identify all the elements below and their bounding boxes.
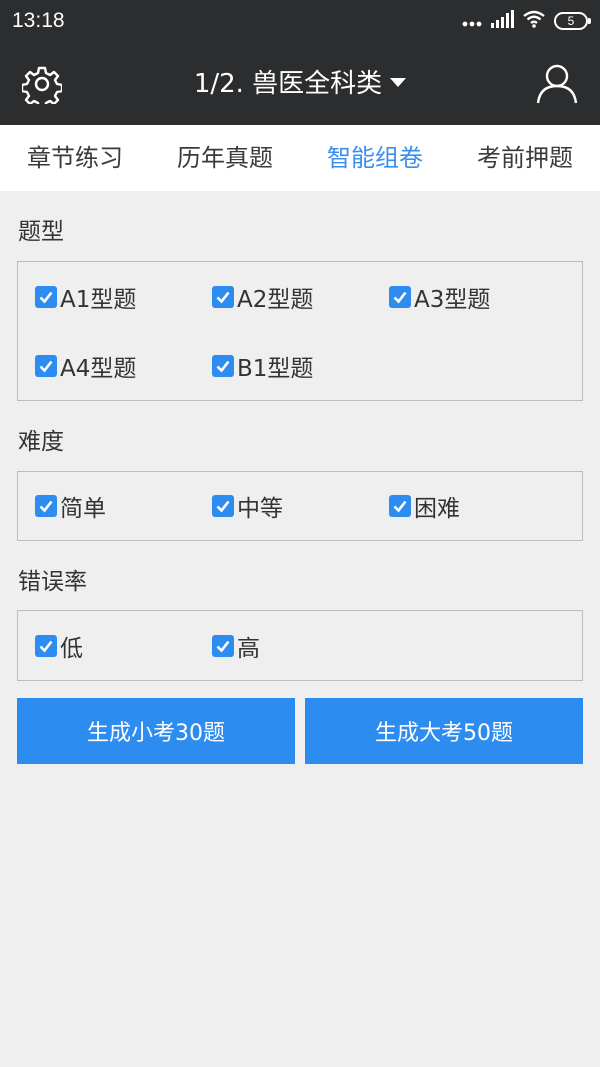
section-title-error-rate: 错误率 bbox=[18, 569, 87, 595]
subject-selector[interactable]: 1/2. 兽医全科类 bbox=[0, 67, 600, 101]
wifi-icon bbox=[522, 10, 546, 32]
question-type-group: A1型题 A2型题 A3型题 A4型题 B1型题 bbox=[17, 261, 583, 401]
option-label: A1型题 bbox=[60, 287, 137, 313]
checkbox-checked-icon bbox=[35, 355, 57, 377]
checkbox-checked-icon bbox=[35, 495, 57, 517]
signal-icon bbox=[490, 10, 514, 32]
checkbox-b1[interactable]: B1型题 bbox=[212, 351, 314, 382]
option-label: 困难 bbox=[414, 496, 460, 522]
status-bar: 13:18 5 bbox=[0, 0, 600, 44]
section-title-question-type: 题型 bbox=[18, 219, 64, 245]
option-label: 中等 bbox=[237, 496, 283, 522]
tab-bar: 章节练习 历年真题 智能组卷 考前押题 bbox=[0, 125, 600, 191]
checkbox-a1[interactable]: A1型题 bbox=[35, 282, 137, 313]
option-label: A2型题 bbox=[237, 287, 314, 313]
checkbox-checked-icon bbox=[389, 286, 411, 308]
generate-big-exam-button[interactable]: 生成大考50题 bbox=[305, 698, 583, 764]
tab-chapter-practice[interactable]: 章节练习 bbox=[0, 125, 150, 191]
checkbox-a4[interactable]: A4型题 bbox=[35, 351, 137, 382]
checkbox-high[interactable]: 高 bbox=[212, 631, 260, 662]
tab-pre-exam-predictions[interactable]: 考前押题 bbox=[450, 125, 600, 191]
app-bar: 1/2. 兽医全科类 bbox=[0, 44, 600, 125]
option-label: 高 bbox=[237, 636, 260, 662]
difficulty-group: 简单 中等 困难 bbox=[17, 471, 583, 541]
section-title-difficulty: 难度 bbox=[18, 429, 64, 455]
generate-small-exam-button[interactable]: 生成小考30题 bbox=[17, 698, 295, 764]
checkbox-a2[interactable]: A2型题 bbox=[212, 282, 314, 313]
checkbox-checked-icon bbox=[212, 495, 234, 517]
checkbox-hard[interactable]: 困难 bbox=[389, 491, 460, 522]
checkbox-a3[interactable]: A3型题 bbox=[389, 282, 491, 313]
status-time: 13:18 bbox=[12, 9, 65, 32]
checkbox-checked-icon bbox=[389, 495, 411, 517]
option-label: B1型题 bbox=[237, 356, 314, 382]
option-label: 简单 bbox=[60, 496, 106, 522]
checkbox-medium[interactable]: 中等 bbox=[212, 491, 283, 522]
tab-past-exams[interactable]: 历年真题 bbox=[150, 125, 300, 191]
option-label: A4型题 bbox=[60, 356, 137, 382]
battery-icon: 5 bbox=[554, 12, 591, 30]
more-dots-icon bbox=[462, 12, 482, 31]
user-profile-icon[interactable] bbox=[536, 62, 578, 104]
error-rate-group: 低 高 bbox=[17, 610, 583, 681]
tab-smart-paper[interactable]: 智能组卷 bbox=[300, 125, 450, 191]
status-icons: 5 bbox=[462, 10, 591, 32]
checkbox-low[interactable]: 低 bbox=[35, 631, 83, 662]
option-label: A3型题 bbox=[414, 287, 491, 313]
option-label: 低 bbox=[60, 636, 83, 662]
checkbox-checked-icon bbox=[212, 286, 234, 308]
checkbox-checked-icon bbox=[212, 355, 234, 377]
checkbox-easy[interactable]: 简单 bbox=[35, 491, 106, 522]
page-title: 1/2. 兽医全科类 bbox=[193, 69, 383, 99]
caret-down-icon bbox=[390, 78, 407, 87]
checkbox-checked-icon bbox=[35, 286, 57, 308]
checkbox-checked-icon bbox=[35, 635, 57, 657]
checkbox-checked-icon bbox=[212, 635, 234, 657]
